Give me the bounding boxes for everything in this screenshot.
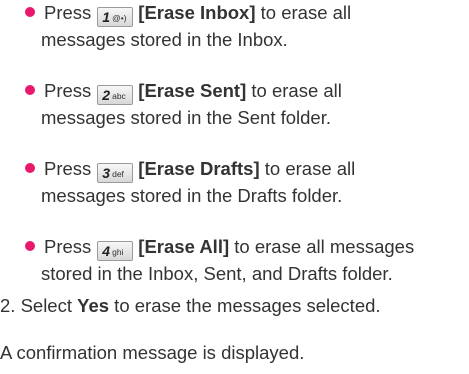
bullet-erase-inbox: Press 1 @•) [Erase Inbox] to erase all mess… xyxy=(25,0,465,53)
erase-sent-label: [Erase Sent] xyxy=(138,80,247,101)
bullet-dot xyxy=(25,85,35,95)
yes-label: Yes xyxy=(77,295,110,316)
key-2-icon: 2 abc xyxy=(97,85,134,105)
erase-all-label: [Erase All] xyxy=(138,236,230,257)
confirmation-text: A confirmation message is displayed. xyxy=(0,342,305,363)
key-1-icon: 1 @•) xyxy=(97,7,134,27)
bullet-dot xyxy=(25,163,35,173)
erase-drafts-label: [Erase Drafts] xyxy=(138,158,260,179)
bullet-dot xyxy=(25,241,35,251)
erase-inbox-label: [Erase Inbox] xyxy=(138,2,256,23)
key-3-icon: 3 def xyxy=(97,163,134,183)
key-4-icon: 4 ghi xyxy=(97,241,134,261)
bullet-dot xyxy=(25,7,35,17)
bullet-erase-sent: Press 2 abc [Erase Sent] to erase all messa… xyxy=(25,78,465,131)
step-2-text: 2. Select Yes to erase the messages sele… xyxy=(0,295,381,316)
bullet-erase-all: Press 4 ghi [Erase All] to erase all messag… xyxy=(25,234,465,287)
bullet-erase-drafts: Press 3 def [Erase Drafts] to erase all mes… xyxy=(25,156,465,209)
manual-page: Press 1 @•) [Erase Inbox] to erase all mess… xyxy=(0,0,469,374)
